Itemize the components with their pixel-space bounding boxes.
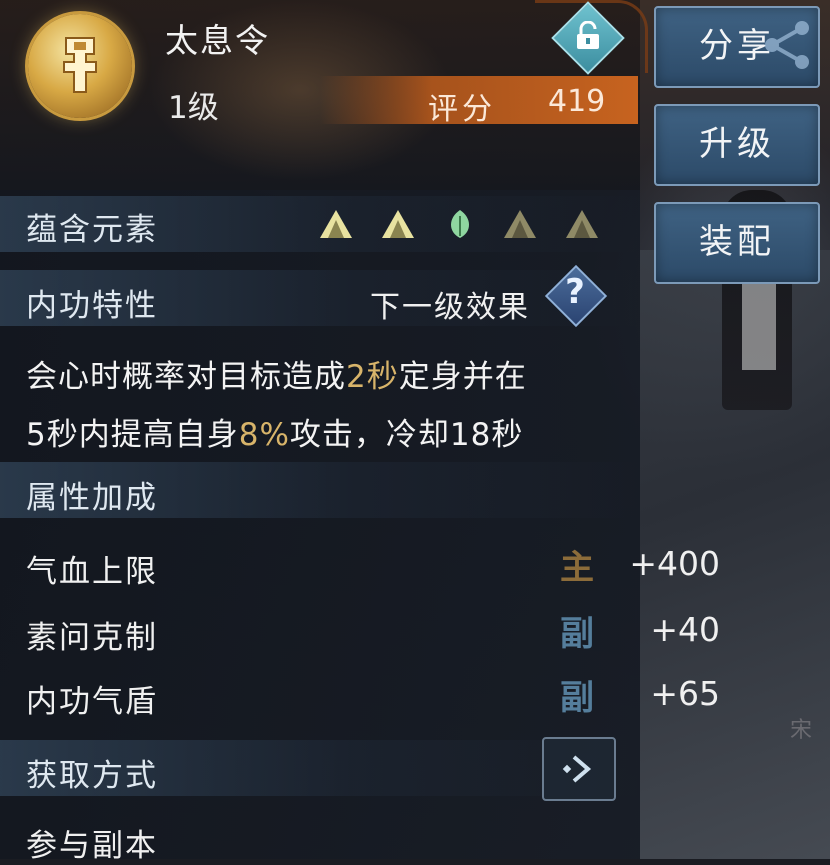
- desc-highlight-percent: 8%: [238, 417, 290, 453]
- attribute-name: 气血上限: [26, 554, 158, 590]
- attribute-value: +65: [650, 674, 720, 713]
- item-name: 太息令: [165, 21, 270, 60]
- triangle-icon: [382, 210, 414, 238]
- unlock-icon: [577, 21, 599, 49]
- acquire-expand-button[interactable]: [542, 737, 616, 801]
- attribute-sub-tag: 副: [560, 678, 594, 718]
- triangle-icon: [566, 210, 598, 238]
- attribute-value: +40: [650, 610, 720, 649]
- score-label: 评分: [428, 92, 496, 127]
- trait-label: 内功特性: [26, 288, 158, 324]
- attribute-name: 内功气盾: [26, 684, 158, 720]
- desc-text: 会心时概率对目标造成: [26, 359, 346, 395]
- attributes-label: 属性加成: [26, 480, 158, 516]
- attribute-name: 素问克制: [26, 620, 158, 656]
- background-sign-text: 宋: [790, 718, 813, 743]
- trait-description: 会心时概率对目标造成2秒定身并在 5秒内提高自身8%攻击，冷却18秒: [26, 348, 626, 464]
- attribute-main-tag: 主: [560, 548, 594, 588]
- chevron-right-icon: [562, 755, 592, 783]
- elements-label: 蕴含元素: [26, 212, 158, 248]
- acquire-source-item[interactable]: 参与副本: [26, 820, 158, 865]
- attribute-value: +400: [629, 544, 720, 583]
- desc-highlight-duration: 2秒: [346, 359, 399, 395]
- triangle-icon: [504, 210, 536, 238]
- next-level-effect-link[interactable]: 下一级效果: [370, 282, 530, 326]
- attribute-sub-tag: 副: [560, 614, 594, 654]
- share-icon: [765, 21, 809, 69]
- score-value: 419: [548, 84, 606, 119]
- equip-button[interactable]: 装配: [654, 202, 820, 284]
- desc-text: 5秒内提高自身: [26, 417, 239, 453]
- question-mark-icon: ?: [565, 272, 585, 312]
- item-level: 1级: [168, 90, 219, 126]
- item-emblem-icon: [28, 14, 132, 118]
- acquire-label: 获取方式: [26, 758, 158, 794]
- leaf-icon: [451, 210, 469, 238]
- desc-text: 攻击，冷却18秒: [289, 417, 524, 453]
- upgrade-button[interactable]: 升级: [654, 104, 820, 186]
- triangle-icon: [320, 210, 352, 238]
- desc-text: 定身并在: [398, 359, 527, 395]
